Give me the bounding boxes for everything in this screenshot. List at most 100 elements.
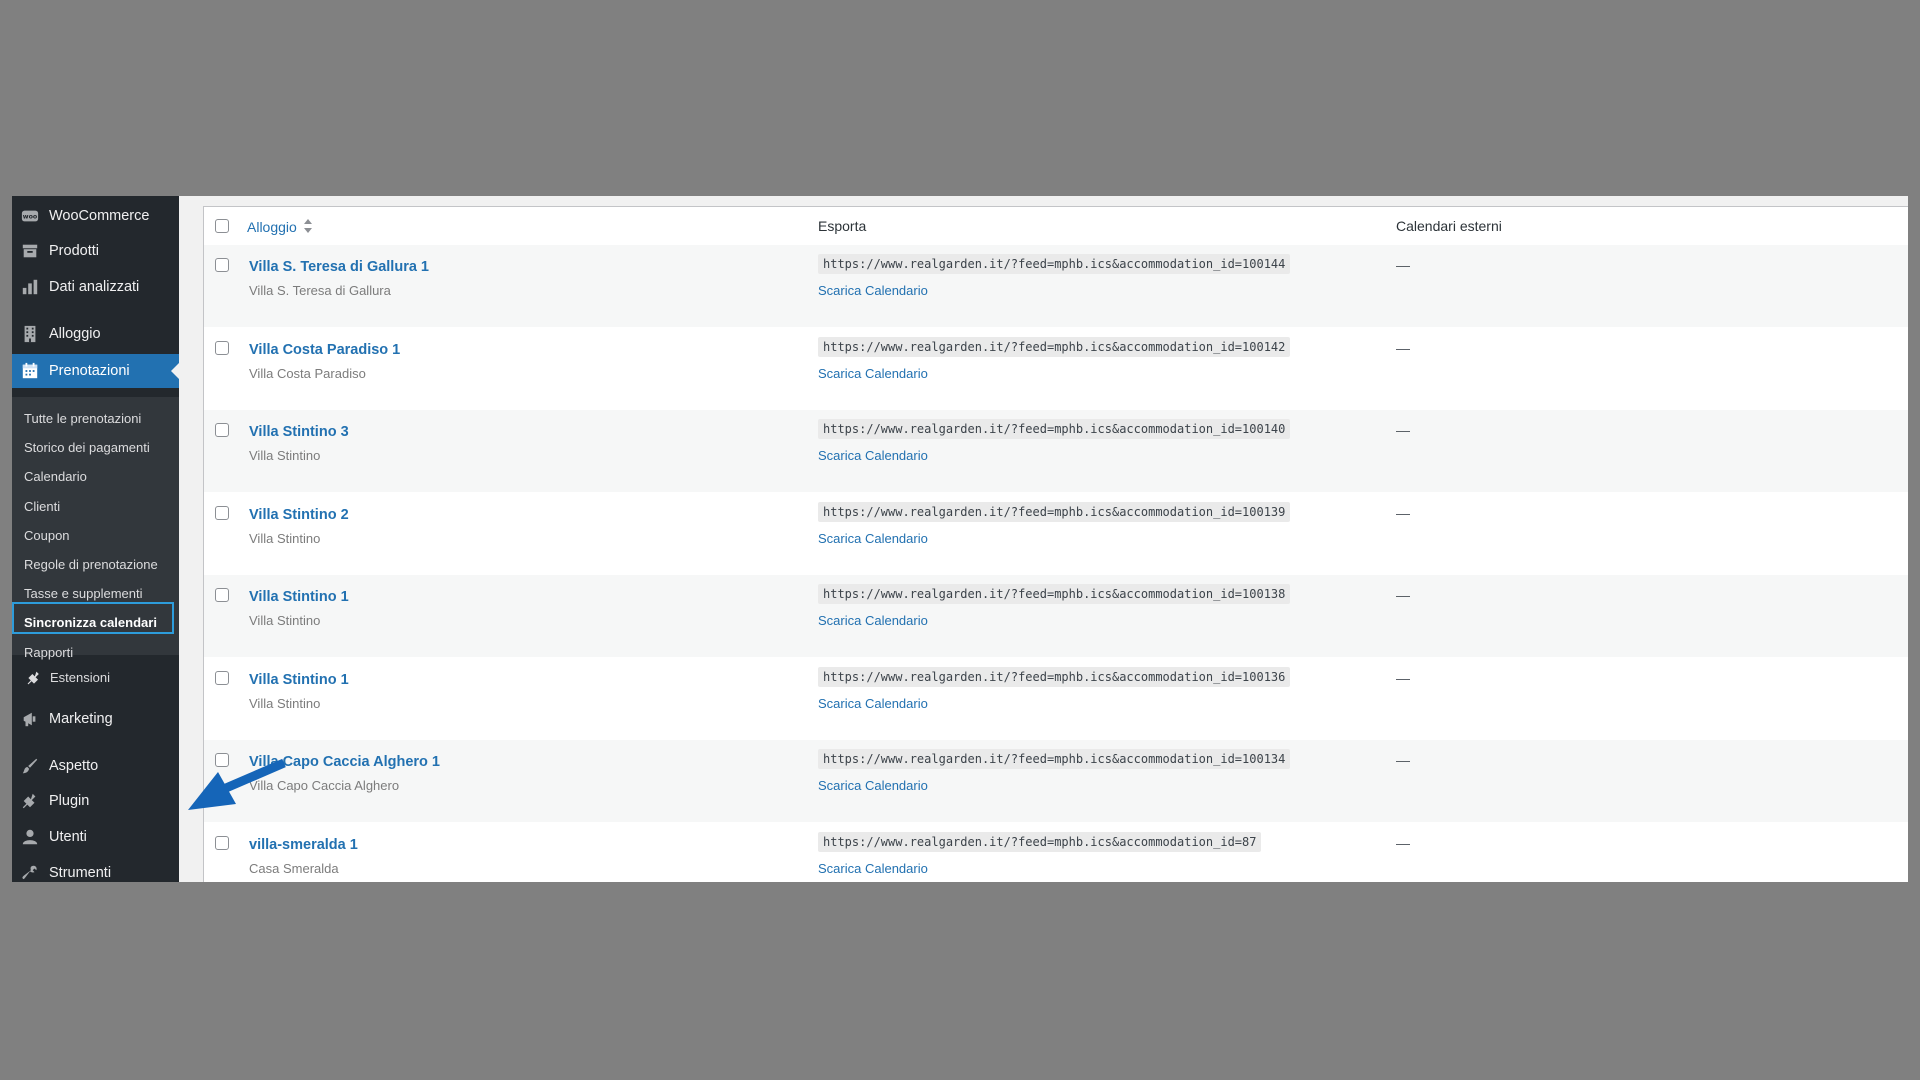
sidebar-item-marketing[interactable]: Marketing	[12, 702, 179, 736]
sincronizza-highlight-box	[12, 602, 174, 634]
row-checkbox[interactable]	[215, 340, 229, 355]
row-checkbox[interactable]	[215, 505, 229, 520]
sidebar-item-woocommerce[interactable]: woo WooCommerce	[12, 199, 179, 233]
plugin-icon	[26, 670, 42, 686]
sidebar-item-prodotti[interactable]: Prodotti	[12, 234, 179, 268]
row-checkbox[interactable]	[215, 258, 229, 272]
user-icon	[20, 827, 40, 847]
accommodation-type: Villa S. Teresa di Gallura	[249, 283, 391, 298]
accommodation-type: Villa Stintino	[249, 695, 321, 711]
accommodation-type: Casa Smeralda	[249, 860, 339, 876]
export-url[interactable]: https://www.realgarden.it/?feed=mphb.ics…	[818, 666, 1291, 687]
export-url[interactable]: https://www.realgarden.it/?feed=mphb.ics…	[818, 254, 1291, 274]
download-calendar-link[interactable]: Scarica Calendario	[818, 283, 928, 298]
row-checkbox[interactable]	[215, 588, 229, 602]
accommodation-title-link[interactable]: Villa Stintino 3	[249, 424, 349, 440]
sidebar-item-label: Prenotazioni	[49, 363, 130, 379]
table-row: Villa Stintino 3 Villa Stintino https://ww…	[204, 410, 1908, 492]
sidebar-item-prenotazioni[interactable]: Prenotazioni	[12, 354, 179, 388]
export-url[interactable]: https://www.realgarden.it/?feed=mphb.ics…	[818, 749, 1291, 769]
wrench-icon	[20, 863, 40, 882]
external-calendars-empty: —	[1396, 504, 1410, 521]
submenu-item-clienti[interactable]: Clienti	[24, 499, 60, 515]
accommodation-title-link[interactable]: Villa Stintino 2	[249, 507, 349, 523]
table-row: Villa S. Teresa di Gallura 1 Villa S. Ter…	[204, 245, 1908, 327]
export-url[interactable]: https://www.realgarden.it/?feed=mphb.ics…	[818, 831, 1262, 852]
accommodation-type: Villa Costa Paradiso	[249, 365, 366, 381]
annotation-arrow-icon	[188, 758, 286, 810]
sidebar-item-label: Plugin	[49, 793, 90, 809]
column-calendari-esterni: Calendari esterni	[1396, 218, 1502, 234]
accommodation-title-link[interactable]: Villa S. Teresa di Gallura 1	[249, 259, 429, 275]
table-row: Villa Capo Caccia Alghero 1 Villa Capo Ca…	[204, 740, 1908, 822]
table-row: Villa Stintino 2 Villa Stintino https://ww…	[204, 493, 1908, 575]
column-header-label: Alloggio	[247, 219, 297, 235]
submenu-item-regole-prenotazione[interactable]: Regole di prenotazione	[24, 557, 158, 573]
external-calendars-empty: —	[1396, 752, 1410, 768]
external-calendars-empty: —	[1396, 422, 1410, 438]
column-esporta: Esporta	[818, 218, 867, 234]
download-calendar-link[interactable]: Scarica Calendario	[818, 778, 928, 793]
download-calendar-link[interactable]: Scarica Calendario	[818, 366, 928, 381]
sidebar-item-label: Marketing	[49, 711, 113, 727]
download-calendar-link[interactable]: Scarica Calendario	[818, 448, 928, 463]
sidebar-item-plugin[interactable]: Plugin	[12, 784, 179, 818]
archive-icon	[20, 241, 40, 261]
export-url[interactable]: https://www.realgarden.it/?feed=mphb.ics…	[818, 419, 1291, 439]
sidebar-item-label: Strumenti	[49, 865, 112, 881]
sidebar-item-alloggio[interactable]: Alloggio	[12, 317, 179, 351]
svg-text:woo: woo	[23, 214, 38, 221]
sidebar-item-strumenti[interactable]: Strumenti	[12, 856, 179, 882]
submenu-item-storico-pagamenti[interactable]: Storico dei pagamenti	[24, 440, 150, 456]
download-calendar-link[interactable]: Scarica Calendario	[818, 613, 928, 628]
table-header: Alloggio Esporta Calendari esterni	[204, 207, 1908, 246]
export-url[interactable]: https://www.realgarden.it/?feed=mphb.ics…	[818, 501, 1291, 522]
accommodation-title-link[interactable]: Villa Stintino 1	[249, 672, 349, 688]
external-calendars-empty: —	[1396, 339, 1410, 356]
submenu-item-coupon[interactable]: Coupon	[24, 528, 70, 544]
table-row: Villa Stintino 1 Villa Stintino https://ww…	[204, 658, 1908, 740]
submenu-item-label: Estensioni	[50, 670, 110, 685]
row-checkbox[interactable]	[215, 835, 229, 850]
accommodation-title-link[interactable]: Villa Stintino 1	[249, 589, 349, 605]
export-url[interactable]: https://www.realgarden.it/?feed=mphb.ics…	[818, 336, 1291, 357]
submenu-item-rapporti[interactable]: Rapporti	[24, 645, 73, 661]
accommodation-type: Villa Stintino	[249, 613, 321, 628]
sidebar-item-label: Prodotti	[49, 243, 99, 259]
sidebar-item-aspetto[interactable]: Aspetto	[12, 749, 179, 783]
external-calendars-empty: —	[1396, 257, 1410, 273]
submenu-item-tutte-le-prenotazioni[interactable]: Tutte le prenotazioni	[24, 411, 141, 427]
download-calendar-link[interactable]: Scarica Calendario	[818, 531, 928, 546]
row-checkbox[interactable]	[215, 670, 229, 685]
sidebar-item-label: Dati analizzati	[49, 279, 140, 295]
export-url[interactable]: https://www.realgarden.it/?feed=mphb.ics…	[818, 584, 1291, 604]
row-checkbox[interactable]	[215, 423, 229, 437]
woocommerce-icon: woo	[20, 206, 40, 226]
column-alloggio-sortable[interactable]: Alloggio	[247, 218, 313, 237]
accommodation-title-link[interactable]: villa-smeralda 1	[249, 837, 358, 853]
sidebar-item-label: WooCommerce	[49, 208, 150, 224]
submenu-item-calendario[interactable]: Calendario	[24, 469, 87, 485]
accommodation-title-link[interactable]: Villa Costa Paradiso 1	[249, 342, 400, 358]
sort-icon	[303, 218, 313, 237]
sidebar-item-label: Alloggio	[49, 326, 101, 342]
table-row: Villa Stintino 1 Villa Stintino https://ww…	[204, 575, 1908, 657]
megaphone-icon	[20, 709, 40, 729]
download-calendar-link[interactable]: Scarica Calendario	[818, 696, 928, 711]
submenu-item-tasse-supplementi[interactable]: Tasse e supplementi	[24, 586, 143, 602]
bar-chart-icon	[20, 277, 40, 297]
select-all-checkbox[interactable]	[215, 219, 229, 233]
submenu-item-estensioni[interactable]: Estensioni	[26, 670, 110, 686]
brush-icon	[20, 756, 40, 776]
table-row: Villa Costa Paradiso 1 Villa Costa Paradi…	[204, 328, 1908, 410]
sidebar-item-utenti[interactable]: Utenti	[12, 820, 179, 854]
accommodation-type: Villa Stintino	[249, 530, 321, 546]
plugin-icon	[20, 791, 40, 811]
calendar-icon	[20, 361, 40, 381]
sidebar-item-label: Utenti	[49, 829, 87, 845]
external-calendars-empty: —	[1396, 587, 1410, 603]
building-icon	[20, 324, 40, 344]
admin-screenshot: woo WooCommerce Prodotti Dati analizzati…	[12, 196, 1908, 882]
sidebar-item-dati-analizzati[interactable]: Dati analizzati	[12, 270, 179, 304]
download-calendar-link[interactable]: Scarica Calendario	[818, 861, 928, 876]
